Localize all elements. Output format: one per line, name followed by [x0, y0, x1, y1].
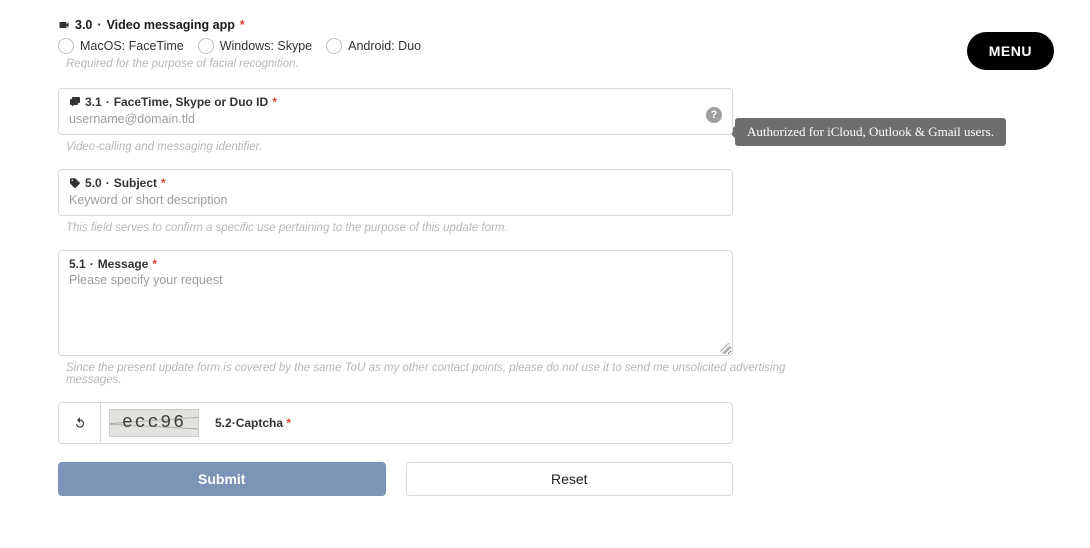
q51-field: 5.1 · Message * [58, 250, 733, 356]
sep: · [97, 18, 101, 32]
required-indicator: * [286, 416, 291, 430]
q50-field: 5.0 · Subject * [58, 169, 733, 216]
q30-options: MacOS: FaceTime Windows: Skype Android: … [58, 38, 790, 54]
radio-icon [198, 38, 214, 54]
tag-icon [69, 177, 81, 189]
q50-text: Subject [114, 176, 157, 190]
q51-helper: Since the present update form is covered… [66, 362, 790, 386]
menu-button[interactable]: MENU [967, 32, 1054, 70]
q31-num: 3.1 [85, 95, 102, 109]
q51-label: 5.1 · Message * [69, 257, 722, 271]
q52-text: Captcha [236, 416, 283, 430]
submit-button[interactable]: Submit [58, 462, 386, 496]
chat-bubbles-icon [69, 96, 81, 108]
q30-option-label: Android: Duo [348, 39, 421, 53]
q50-num: 5.0 [85, 176, 102, 190]
required-indicator: * [272, 95, 277, 109]
q52-label: 5.2 · Captcha * [207, 403, 732, 443]
q30-text: Video messaging app [107, 18, 235, 32]
q31-field: 3.1 · FaceTime, Skype or Duo ID * ? [58, 88, 733, 135]
q50-helper: This field serves to confirm a specific … [66, 222, 790, 234]
q52-num: 5.2 [215, 416, 232, 430]
q30-option-facetime[interactable]: MacOS: FaceTime [58, 38, 184, 54]
q51-text: Message [98, 257, 149, 271]
required-indicator: * [240, 18, 245, 32]
sep: · [106, 176, 110, 190]
q50-label: 5.0 · Subject * [69, 176, 722, 190]
q30-label: 3.0 · Video messaging app * [58, 18, 790, 32]
captcha-row: ecc96 5.2 · Captcha * [58, 402, 733, 444]
required-indicator: * [152, 257, 157, 271]
q51-num: 5.1 [69, 257, 86, 271]
video-camera-icon [58, 19, 70, 31]
help-icon[interactable]: ? [706, 107, 722, 123]
q31-helper: Video-calling and messaging identifier. [66, 141, 790, 153]
q31-text: FaceTime, Skype or Duo ID [114, 95, 269, 109]
form-container: 3.0 · Video messaging app * MacOS: FaceT… [0, 0, 790, 496]
sep: · [90, 257, 94, 271]
q30-option-label: MacOS: FaceTime [80, 39, 184, 53]
captcha-refresh-button[interactable] [59, 403, 101, 443]
subject-input[interactable] [69, 193, 722, 207]
q30-option-label: Windows: Skype [220, 39, 312, 53]
id-field-tooltip: Authorized for iCloud, Outlook & Gmail u… [735, 118, 1006, 146]
q30-num: 3.0 [75, 18, 92, 32]
required-indicator: * [161, 176, 166, 190]
message-input[interactable] [69, 273, 722, 343]
q30-option-duo[interactable]: Android: Duo [326, 38, 421, 54]
refresh-icon [73, 416, 87, 430]
sep: · [106, 95, 110, 109]
q31-label: 3.1 · FaceTime, Skype or Duo ID * [69, 95, 722, 109]
q30-helper: Required for the purpose of facial recog… [66, 58, 790, 70]
radio-icon [326, 38, 342, 54]
radio-icon [58, 38, 74, 54]
button-row: Submit Reset [58, 462, 733, 496]
captcha-image: ecc96 [109, 409, 199, 437]
id-input[interactable] [69, 112, 722, 126]
reset-button[interactable]: Reset [406, 462, 734, 496]
q30-option-skype[interactable]: Windows: Skype [198, 38, 312, 54]
